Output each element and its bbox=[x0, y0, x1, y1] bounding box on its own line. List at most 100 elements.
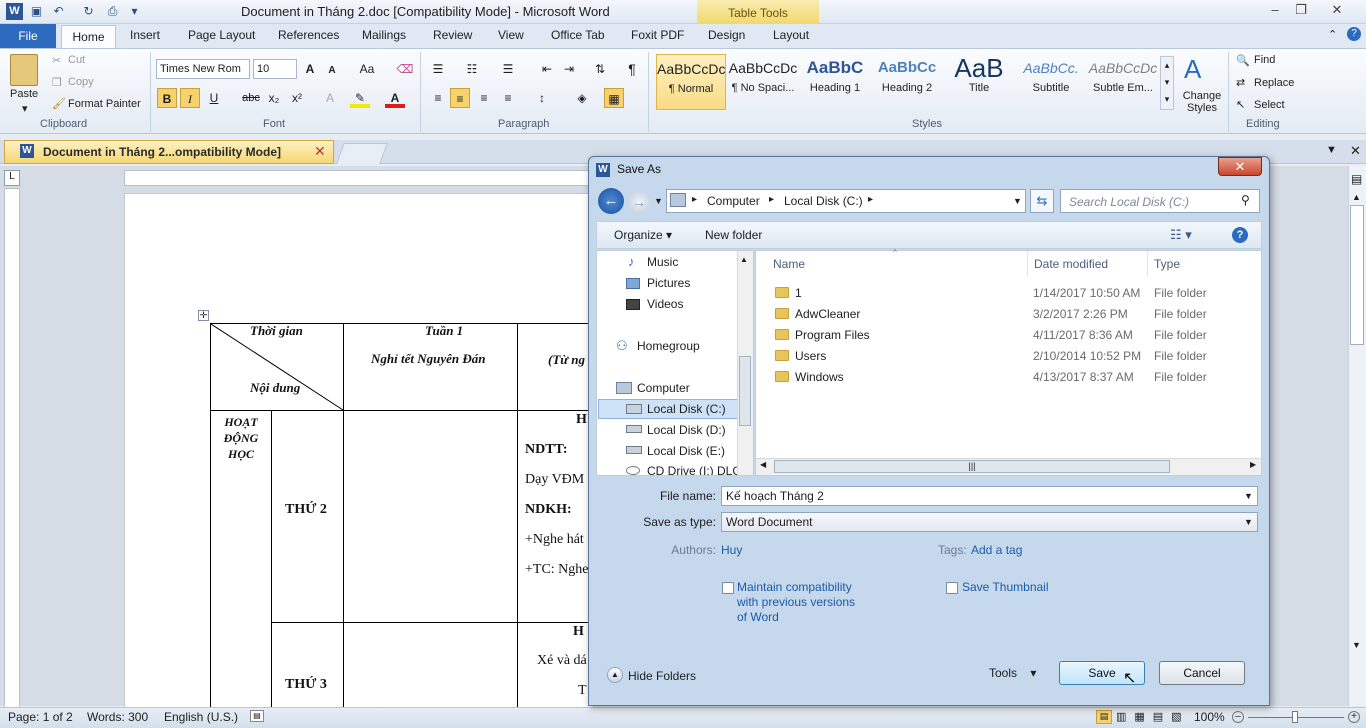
tab-home[interactable]: Home bbox=[61, 25, 116, 49]
close-doc-tab-icon[interactable]: ✕ bbox=[314, 143, 326, 160]
nav-scroll-up[interactable]: ▲ bbox=[740, 255, 748, 264]
authors-value[interactable]: Huy bbox=[721, 543, 742, 557]
tab-mailings[interactable]: Mailings bbox=[362, 28, 406, 42]
align-left-icon[interactable]: ≡ bbox=[428, 88, 448, 108]
align-right-icon[interactable]: ≡ bbox=[474, 88, 494, 108]
new-folder-button[interactable]: New folder bbox=[705, 228, 762, 242]
change-styles-button[interactable]: Change Styles bbox=[1180, 90, 1224, 114]
tab-insert[interactable]: Insert bbox=[130, 28, 160, 42]
dialog-close-button[interactable]: ✕ bbox=[1218, 157, 1262, 176]
align-center-icon[interactable]: ≡ bbox=[450, 88, 470, 108]
change-case-button[interactable]: Aa bbox=[355, 59, 379, 79]
thu2-week1-cell[interactable] bbox=[343, 410, 518, 623]
tab-view[interactable]: View bbox=[498, 28, 524, 42]
shading-icon[interactable]: ◈ bbox=[572, 88, 592, 108]
file-name-input[interactable]: Kế hoạch Tháng 2 bbox=[721, 486, 1258, 506]
increase-indent-icon[interactable]: ⇥ bbox=[559, 59, 579, 79]
word-app-icon[interactable]: W bbox=[6, 3, 23, 20]
file-row[interactable]: AdwCleaner bbox=[775, 307, 860, 321]
style-heading-2[interactable]: AaBbCc Heading 2 bbox=[872, 54, 942, 110]
document-tab[interactable]: Document in Tháng 2...ompatibility Mode] bbox=[4, 140, 334, 164]
style-normal[interactable]: AaBbCcDc ¶ Normal bbox=[656, 54, 726, 110]
print-preview-icon[interactable]: ⎙ bbox=[104, 3, 121, 20]
save-thumbnail-checkbox[interactable] bbox=[946, 582, 958, 594]
paste-icon[interactable] bbox=[10, 54, 38, 86]
thu3-week1-cell[interactable] bbox=[343, 622, 518, 712]
hide-folders-button[interactable]: Hide Folders bbox=[628, 669, 696, 683]
nav-videos[interactable]: Videos bbox=[647, 297, 683, 311]
tab-page-layout[interactable]: Page Layout bbox=[188, 28, 255, 42]
file-list-pane[interactable] bbox=[755, 250, 1262, 476]
file-name-dropdown-icon[interactable]: ▼ bbox=[1244, 491, 1253, 501]
back-button[interactable]: ← bbox=[598, 188, 624, 214]
nav-computer[interactable]: Computer bbox=[637, 381, 690, 395]
tab-references[interactable]: References bbox=[278, 28, 339, 42]
clear-formatting-icon[interactable]: ⌫ bbox=[395, 59, 415, 79]
refresh-icon[interactable]: ⇆ bbox=[1030, 189, 1054, 213]
redo-icon[interactable]: ↻ bbox=[80, 3, 97, 20]
scroll-thumb[interactable] bbox=[1350, 205, 1364, 345]
underline-button[interactable]: U bbox=[204, 88, 224, 108]
numbering-icon[interactable]: ☷ bbox=[462, 59, 482, 79]
borders-icon[interactable]: ▦ bbox=[604, 88, 624, 108]
format-painter-button[interactable]: Format Painter bbox=[68, 98, 141, 110]
styles-scroll[interactable]: ▴ ▾ ▾ bbox=[1160, 56, 1174, 110]
cancel-button[interactable]: Cancel bbox=[1159, 661, 1245, 685]
tab-review[interactable]: Review bbox=[433, 28, 472, 42]
zoom-in-icon[interactable]: + bbox=[1348, 711, 1360, 723]
minimize-ribbon-icon[interactable]: ⌃ bbox=[1328, 28, 1337, 41]
view-buttons-icon[interactable]: ▥▦▤▧ bbox=[1116, 710, 1190, 723]
tab-office-tab[interactable]: Office Tab bbox=[551, 28, 605, 42]
page-count[interactable]: Page: 1 of 2 bbox=[8, 710, 73, 724]
breadcrumb-computer[interactable]: Computer bbox=[707, 194, 760, 208]
decrease-indent-icon[interactable]: ⇤ bbox=[537, 59, 557, 79]
save-type-select[interactable]: Word Document bbox=[721, 512, 1258, 532]
scroll-down-icon[interactable]: ▼ bbox=[1352, 640, 1361, 650]
font-size-box[interactable]: 10 bbox=[253, 59, 297, 79]
file-row[interactable]: Users bbox=[775, 349, 826, 363]
table-move-handle[interactable]: ✛ bbox=[198, 310, 209, 321]
file-row[interactable]: 1 bbox=[775, 286, 802, 300]
hide-folders-icon[interactable]: ▲ bbox=[607, 667, 623, 683]
horizontal-ruler[interactable] bbox=[124, 170, 594, 186]
nav-music[interactable]: Music bbox=[647, 255, 678, 269]
strikethrough-button[interactable]: abc bbox=[240, 88, 262, 108]
tab-file[interactable]: File bbox=[0, 24, 56, 48]
find-button[interactable]: Find bbox=[1254, 54, 1275, 66]
style-no-spacing[interactable]: AaBbCcDc ¶ No Spaci... bbox=[728, 54, 798, 110]
tab-design[interactable]: Design bbox=[708, 28, 745, 42]
replace-button[interactable]: Replace bbox=[1254, 77, 1294, 89]
change-styles-icon[interactable]: A bbox=[1184, 54, 1201, 85]
restore-button[interactable]: ❐ bbox=[1288, 1, 1314, 19]
search-input[interactable]: Search Local Disk (C:) bbox=[1060, 189, 1260, 213]
show-marks-icon[interactable]: ¶ bbox=[622, 59, 642, 79]
zoom-out-icon[interactable]: – bbox=[1232, 711, 1244, 723]
search-icon[interactable]: ⚲ bbox=[1241, 193, 1250, 207]
line-spacing-icon[interactable]: ↕ bbox=[532, 88, 552, 108]
nav-local-disk-c[interactable]: Local Disk (C:) bbox=[647, 402, 726, 416]
copy-button[interactable]: Copy bbox=[68, 76, 94, 88]
highlight-icon[interactable]: ✎ bbox=[350, 88, 370, 108]
file-row[interactable]: Program Files bbox=[775, 328, 870, 342]
address-dropdown-icon[interactable]: ▼ bbox=[1013, 196, 1022, 206]
column-date[interactable]: Date modified bbox=[1034, 257, 1108, 271]
cut-button[interactable]: Cut bbox=[68, 54, 85, 66]
new-tab-button[interactable] bbox=[336, 143, 388, 164]
tab-foxit-pdf[interactable]: Foxit PDF bbox=[631, 28, 684, 42]
style-title[interactable]: AaB Title bbox=[944, 54, 1014, 110]
customize-qat-icon[interactable]: ▾ bbox=[126, 3, 143, 20]
grow-font-button[interactable]: A bbox=[300, 59, 320, 79]
tab-list-icon[interactable]: ▼ bbox=[1326, 144, 1337, 156]
forward-button[interactable]: → bbox=[627, 190, 651, 214]
italic-button[interactable]: I bbox=[180, 88, 200, 108]
hscroll-thumb[interactable]: ||| bbox=[774, 460, 1170, 473]
select-button[interactable]: Select bbox=[1254, 99, 1285, 111]
zoom-slider-thumb[interactable] bbox=[1292, 711, 1298, 723]
view-options-icon[interactable]: ☷ ▾ bbox=[1170, 227, 1192, 243]
style-heading-1[interactable]: AaBbC Heading 1 bbox=[800, 54, 870, 110]
tab-selector[interactable]: L bbox=[4, 170, 20, 186]
hscroll-right[interactable]: ▶ bbox=[1250, 460, 1256, 469]
undo-icon[interactable]: ↶ bbox=[50, 3, 67, 20]
save-thumbnail-label[interactable]: Save Thumbnail bbox=[962, 580, 1049, 594]
scroll-up-icon[interactable]: ▲ bbox=[1352, 192, 1361, 202]
